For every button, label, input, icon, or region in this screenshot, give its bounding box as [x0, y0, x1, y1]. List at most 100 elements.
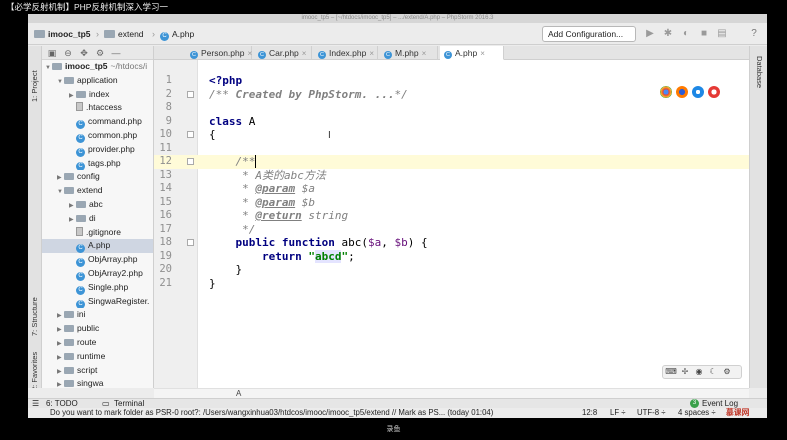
- scroll-from-source-icon[interactable]: ✥: [78, 47, 90, 59]
- coverage-icon[interactable]: ◐: [680, 28, 692, 40]
- line-separator[interactable]: LF ÷: [610, 408, 626, 418]
- tree-item[interactable]: .gitignore: [42, 226, 153, 240]
- file-encoding[interactable]: UTF-8 ÷: [637, 408, 666, 418]
- editor-tab[interactable]: C M.php ×: [380, 46, 438, 60]
- eye-icon[interactable]: ◉: [693, 366, 705, 378]
- collapsed-arrow-icon[interactable]: ▶: [57, 379, 64, 388]
- tree-item[interactable]: Ccommon.php: [42, 129, 153, 143]
- crumb-project[interactable]: imooc_tp5: [34, 27, 91, 41]
- close-tab-icon[interactable]: ×: [369, 49, 374, 58]
- debug-icon[interactable]: ✱: [662, 28, 674, 40]
- collapsed-arrow-icon[interactable]: ▶: [69, 200, 76, 212]
- editor-tab[interactable]: C Car.php ×: [254, 46, 312, 60]
- crumb-file[interactable]: C A.php: [160, 27, 194, 41]
- close-tab-icon[interactable]: ×: [247, 49, 252, 58]
- tree-item[interactable]: ▶ public: [42, 322, 153, 336]
- gear-icon[interactable]: ⚙: [721, 366, 733, 378]
- pin-icon[interactable]: ✢: [679, 366, 691, 378]
- code-line[interactable]: * @return string: [209, 209, 348, 223]
- tree-item[interactable]: C A.php: [42, 239, 153, 254]
- tree-item[interactable]: Cprovider.php: [42, 143, 153, 157]
- code-token: <?php: [209, 74, 243, 87]
- fold-marker-icon[interactable]: [187, 158, 194, 165]
- caret-position[interactable]: 12:8: [582, 408, 597, 418]
- code-line[interactable]: <?php: [209, 74, 242, 88]
- expanded-arrow-icon[interactable]: ▼: [57, 186, 64, 198]
- close-tab-icon[interactable]: ×: [480, 49, 485, 58]
- opera-icon[interactable]: [708, 86, 720, 98]
- tree-item[interactable]: ▼ application: [42, 74, 153, 88]
- collapsed-arrow-icon[interactable]: ▶: [57, 172, 64, 184]
- tree-item[interactable]: ▶ script: [42, 364, 153, 378]
- close-tab-icon[interactable]: ×: [422, 49, 427, 58]
- tree-item[interactable]: C ObjArray.php: [42, 253, 153, 267]
- collapsed-arrow-icon[interactable]: ▶: [57, 310, 64, 322]
- editor-tab[interactable]: C Index.php ×: [314, 46, 378, 60]
- tree-item[interactable]: ▶ singwa: [42, 377, 153, 388]
- expanded-arrow-icon[interactable]: ▼: [57, 76, 64, 88]
- settings-gear-icon[interactable]: ⚙: [94, 47, 106, 59]
- project-view-icon[interactable]: ▣: [46, 47, 58, 59]
- help-icon[interactable]: ?: [748, 28, 760, 40]
- code-line[interactable]: public function abc($a, $b) {: [209, 236, 428, 250]
- editor-tab[interactable]: C A.php ×: [440, 46, 504, 60]
- tree-item[interactable]: ▶ abc: [42, 198, 153, 212]
- code-line[interactable]: * @param $a: [209, 182, 315, 196]
- expanded-arrow-icon[interactable]: ▼: [45, 62, 52, 74]
- line-number: 18: [159, 236, 172, 248]
- editor-tab[interactable]: C Person.php ×: [186, 46, 252, 60]
- status-message[interactable]: Do you want to mark folder as PSR-0 root…: [50, 408, 570, 418]
- tree-item[interactable]: ▶ route: [42, 336, 153, 350]
- collapse-all-icon[interactable]: ⊖: [62, 47, 74, 59]
- tree-item[interactable]: Ctags.php: [42, 157, 153, 171]
- code-line[interactable]: {: [209, 128, 216, 142]
- code-line[interactable]: * A类的abc方法: [209, 169, 326, 183]
- editor-breadcrumb[interactable]: A: [154, 388, 749, 398]
- tree-item[interactable]: ▶ ini: [42, 308, 153, 322]
- fold-marker-icon[interactable]: [187, 131, 194, 138]
- collapsed-arrow-icon[interactable]: ▶: [57, 324, 64, 336]
- tree-item[interactable]: ▶ di: [42, 212, 153, 226]
- collapsed-arrow-icon[interactable]: ▶: [57, 366, 64, 378]
- indent-setting[interactable]: 4 spaces ÷: [678, 408, 716, 418]
- crumb-extend[interactable]: extend: [104, 27, 144, 41]
- hide-panel-icon[interactable]: —: [110, 47, 122, 59]
- tree-item[interactable]: ▼ extend: [42, 184, 153, 198]
- add-configuration-button[interactable]: Add Configuration...: [542, 26, 636, 42]
- code-line[interactable]: /** Created by PhpStorm. ...*/: [209, 88, 408, 102]
- fold-marker-icon[interactable]: [187, 239, 194, 246]
- collapsed-arrow-icon[interactable]: ▶: [69, 214, 76, 226]
- safari-icon[interactable]: [692, 86, 704, 98]
- code-line[interactable]: class A: [209, 115, 255, 129]
- fold-marker-icon[interactable]: [187, 90, 194, 98]
- close-tab-icon[interactable]: ×: [302, 49, 307, 58]
- moon-icon[interactable]: ☾: [707, 366, 719, 378]
- run-icon[interactable]: ▶: [644, 28, 656, 40]
- tree-item[interactable]: Ccommand.php: [42, 115, 153, 129]
- keyboard-icon[interactable]: ⌨: [665, 366, 677, 378]
- collapsed-arrow-icon[interactable]: ▶: [57, 338, 64, 350]
- tree-item[interactable]: ▶ index: [42, 88, 153, 102]
- code-line[interactable]: }: [209, 277, 216, 291]
- code-line[interactable]: return "abcd";: [209, 249, 355, 264]
- vcs-icon[interactable]: ▤: [716, 28, 728, 40]
- tree-item[interactable]: .htaccess: [42, 101, 153, 115]
- editor-tab-label: Person.php: [201, 48, 245, 58]
- code-line[interactable]: /**: [209, 155, 257, 169]
- stop-icon[interactable]: ■: [698, 28, 710, 40]
- tree-item[interactable]: C ObjArray2.php: [42, 267, 153, 281]
- code-editor[interactable]: I <?php/** Created by PhpStorm. ...*/cla…: [198, 60, 749, 388]
- tree-item[interactable]: C SingwaRegister.: [42, 295, 153, 309]
- code-line[interactable]: */: [209, 223, 255, 237]
- tree-item[interactable]: ▼ imooc_tp5 ~/htdocs/i: [42, 60, 153, 74]
- collapsed-arrow-icon[interactable]: ▶: [57, 352, 64, 364]
- collapsed-arrow-icon[interactable]: ▶: [69, 90, 76, 102]
- tree-item[interactable]: ▶ runtime: [42, 350, 153, 364]
- tree-item[interactable]: ▶ config: [42, 170, 153, 184]
- chrome-icon[interactable]: [660, 86, 672, 98]
- tree-item[interactable]: C Single.php: [42, 281, 153, 295]
- code-line[interactable]: * @param $b: [209, 196, 315, 210]
- firefox-icon[interactable]: [676, 86, 688, 98]
- code-line[interactable]: }: [209, 263, 242, 277]
- code-token: */: [209, 222, 256, 236]
